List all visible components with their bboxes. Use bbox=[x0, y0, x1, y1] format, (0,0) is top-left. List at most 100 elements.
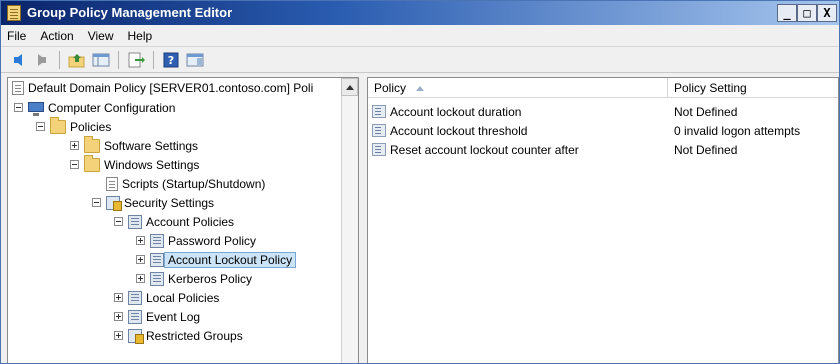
collapse-toggle-icon[interactable] bbox=[70, 160, 79, 169]
policy-setting-icon bbox=[372, 105, 386, 118]
policy-icon bbox=[128, 214, 142, 229]
tree-item-label-selected: Account Lockout Policy bbox=[164, 251, 297, 268]
list-row[interactable]: Account lockout threshold 0 invalid logo… bbox=[368, 121, 838, 140]
expand-toggle-icon[interactable] bbox=[114, 293, 123, 302]
tree-item-windows-settings[interactable]: Windows Settings bbox=[70, 154, 200, 174]
policy-icon bbox=[150, 271, 164, 286]
up-one-level-button[interactable] bbox=[66, 50, 88, 70]
folder-icon bbox=[50, 116, 66, 134]
scroll-up-button[interactable] bbox=[341, 78, 358, 96]
help-button[interactable]: ? bbox=[160, 50, 182, 70]
menu-file[interactable]: File bbox=[7, 29, 26, 43]
help-icon: ? bbox=[163, 52, 179, 67]
menu-action[interactable]: Action bbox=[40, 29, 73, 43]
list-row[interactable]: Reset account lockout counter after Not … bbox=[368, 140, 838, 159]
tree-root-label: Default Domain Policy [SERVER01.contoso.… bbox=[28, 81, 314, 95]
tree-item-label: Password Policy bbox=[168, 233, 257, 248]
forward-arrow-icon bbox=[38, 53, 46, 66]
tree-item-security-settings[interactable]: Security Settings bbox=[92, 193, 214, 212]
expand-toggle-icon[interactable] bbox=[70, 141, 79, 150]
expand-toggle-icon[interactable] bbox=[136, 255, 145, 264]
toolbar-separator bbox=[153, 50, 154, 69]
console-tree-pane[interactable]: Default Domain Policy [SERVER01.contoso.… bbox=[7, 77, 359, 363]
column-header-policy[interactable]: Policy bbox=[368, 78, 668, 98]
tree-item-policies[interactable]: Policies bbox=[36, 116, 111, 136]
tree-item-event-log[interactable]: Event Log bbox=[114, 307, 200, 326]
tree-item-label: Account Policies bbox=[146, 214, 235, 229]
policy-name: Account lockout duration bbox=[390, 104, 522, 119]
policy-setting-icon bbox=[372, 143, 386, 156]
policy-name: Account lockout threshold bbox=[390, 123, 528, 138]
column-header-label: Policy bbox=[374, 81, 407, 95]
toolbar: ? bbox=[1, 47, 839, 73]
list-row[interactable]: Account lockout duration Not Defined bbox=[368, 102, 838, 121]
tree-item-account-lockout-policy[interactable]: Account Lockout Policy bbox=[136, 250, 297, 269]
tree-item-account-policies[interactable]: Account Policies bbox=[114, 212, 234, 231]
folder-icon bbox=[84, 135, 100, 153]
collapse-toggle-icon[interactable] bbox=[92, 198, 101, 207]
close-button[interactable]: X bbox=[817, 4, 837, 22]
sort-ascending-icon bbox=[416, 85, 425, 91]
gpme-app-icon bbox=[7, 5, 21, 21]
back-button[interactable] bbox=[7, 50, 29, 70]
expand-toggle-icon[interactable] bbox=[136, 236, 145, 245]
expand-toggle-icon[interactable] bbox=[114, 331, 123, 340]
tree-item-restricted-groups[interactable]: Restricted Groups bbox=[114, 326, 243, 345]
title-bar[interactable]: Group Policy Management Editor _ □ X bbox=[1, 1, 839, 25]
minimize-button[interactable]: _ bbox=[777, 4, 797, 22]
expand-toggle-icon[interactable] bbox=[114, 312, 123, 321]
column-header-policy-setting[interactable]: Policy Setting bbox=[668, 78, 838, 98]
collapse-toggle-icon[interactable] bbox=[114, 217, 123, 226]
restricted-groups-icon bbox=[128, 328, 144, 344]
policy-document-icon bbox=[12, 81, 24, 95]
tree-item-label: Scripts (Startup/Shutdown) bbox=[122, 176, 266, 191]
properties-pane-icon bbox=[186, 53, 204, 66]
tree-item-label: Kerberos Policy bbox=[168, 271, 253, 286]
back-arrow-icon bbox=[14, 53, 22, 66]
tree-item-kerberos-policy[interactable]: Kerberos Policy bbox=[136, 269, 252, 288]
policy-icon bbox=[128, 290, 142, 305]
policy-setting-value: Not Defined bbox=[674, 142, 738, 157]
export-list-button[interactable] bbox=[125, 50, 147, 70]
menu-help[interactable]: Help bbox=[128, 29, 153, 43]
script-document-icon bbox=[106, 176, 118, 191]
policy-icon bbox=[150, 233, 164, 248]
export-list-icon bbox=[128, 52, 145, 67]
tree-item-software-settings[interactable]: Software Settings bbox=[70, 135, 198, 155]
tree-item-label: Event Log bbox=[146, 309, 201, 324]
menu-view[interactable]: View bbox=[88, 29, 114, 43]
policy-setting-icon bbox=[372, 124, 386, 137]
tree-item-label: Security Settings bbox=[124, 195, 215, 210]
show-hide-tree-icon bbox=[92, 53, 110, 66]
tree-item-label: Windows Settings bbox=[104, 157, 200, 172]
details-pane[interactable]: Policy Policy Setting Account lockout du… bbox=[367, 77, 839, 363]
up-folder-icon bbox=[68, 53, 85, 67]
vertical-scrollbar[interactable] bbox=[341, 96, 358, 363]
show-hide-console-tree-button[interactable] bbox=[90, 50, 112, 70]
policy-setting-value: 0 invalid logon attempts bbox=[674, 123, 801, 138]
tree-item-password-policy[interactable]: Password Policy bbox=[136, 231, 256, 250]
tree-item-computer-configuration[interactable]: Computer Configuration bbox=[14, 98, 175, 117]
collapse-toggle-icon[interactable] bbox=[36, 122, 45, 131]
svg-text:?: ? bbox=[168, 54, 174, 67]
collapse-toggle-icon[interactable] bbox=[14, 103, 23, 112]
toolbar-separator bbox=[118, 50, 119, 69]
policy-cell: Account lockout duration bbox=[368, 105, 668, 119]
policy-icon bbox=[128, 309, 142, 324]
window-title: Group Policy Management Editor bbox=[27, 5, 233, 20]
policy-setting-value: Not Defined bbox=[674, 104, 738, 119]
computer-icon bbox=[28, 101, 44, 116]
column-header-label: Policy Setting bbox=[674, 81, 747, 95]
toolbar-separator bbox=[59, 50, 60, 69]
tree-root-row[interactable]: Default Domain Policy [SERVER01.contoso.… bbox=[8, 78, 358, 98]
maximize-button[interactable]: □ bbox=[797, 4, 817, 22]
menu-bar: File Action View Help bbox=[1, 25, 839, 47]
show-hide-action-pane-button[interactable] bbox=[184, 50, 206, 70]
tree-item-scripts[interactable]: Scripts (Startup/Shutdown) bbox=[106, 174, 265, 193]
forward-button[interactable] bbox=[31, 50, 53, 70]
policy-icon bbox=[150, 252, 164, 267]
expand-toggle-icon[interactable] bbox=[136, 274, 145, 283]
policy-name: Reset account lockout counter after bbox=[390, 142, 579, 157]
tree-item-local-policies[interactable]: Local Policies bbox=[114, 288, 219, 307]
tree-item-label: Local Policies bbox=[146, 290, 220, 305]
